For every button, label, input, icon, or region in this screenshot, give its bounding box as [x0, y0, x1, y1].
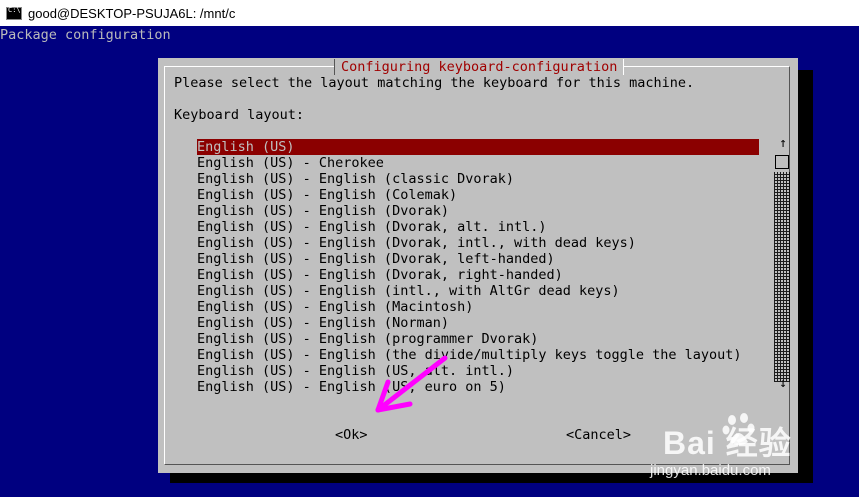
- list-item[interactable]: English (US) - English (intl., with AltG…: [197, 283, 759, 299]
- list-item[interactable]: English (US) - English (Dvorak, right-ha…: [197, 267, 759, 283]
- scroll-thumb[interactable]: [775, 155, 789, 169]
- list-item[interactable]: English (US) - English (Dvorak, left-han…: [197, 251, 759, 267]
- window-titlebar[interactable]: good@DESKTOP-PSUJA6L: /mnt/c: [0, 0, 859, 26]
- list-item[interactable]: English (US) - English (Dvorak): [197, 203, 759, 219]
- list-item[interactable]: English (US) - English (Colemak): [197, 187, 759, 203]
- list-item[interactable]: English (US): [197, 139, 759, 155]
- terminal-icon: [6, 6, 22, 20]
- dialog-title: Configuring keyboard-configuration: [334, 59, 625, 75]
- keyboard-layout-label: Keyboard layout:: [174, 107, 305, 123]
- screen-header: Package configuration: [0, 27, 171, 43]
- baidu-watermark: Bai 经验 jingyan.baidu.com: [630, 400, 855, 495]
- list-item[interactable]: English (US) - English (Norman): [197, 315, 759, 331]
- annotation-arrow-icon: [375, 355, 448, 413]
- ok-button[interactable]: <Ok>: [335, 427, 368, 443]
- list-item[interactable]: English (US) - English (Macintosh): [197, 299, 759, 315]
- list-item[interactable]: English (US) - English (the divide/multi…: [197, 347, 759, 363]
- list-item[interactable]: English (US) - English (Dvorak, intl., w…: [197, 235, 759, 251]
- list-item[interactable]: English (US) - English (classic Dvorak): [197, 171, 759, 187]
- cancel-button[interactable]: <Cancel>: [566, 427, 631, 443]
- list-item[interactable]: English (US) - English (US, euro on 5): [197, 379, 759, 395]
- scroll-track[interactable]: [774, 172, 790, 382]
- dialog-prompt: Please select the layout matching the ke…: [174, 75, 695, 91]
- watermark-brand: Bai 经验: [663, 425, 792, 461]
- list-item[interactable]: English (US) - English (programmer Dvora…: [197, 331, 759, 347]
- list-scrollbar[interactable]: ↑ ↓: [772, 136, 792, 396]
- scroll-down-icon[interactable]: ↓: [776, 376, 790, 391]
- watermark-url: jingyan.baidu.com: [650, 462, 771, 479]
- window-title: good@DESKTOP-PSUJA6L: /mnt/c: [28, 5, 236, 21]
- keyboard-layout-list[interactable]: English (US) English (US) - Cherokee Engli…: [197, 139, 759, 395]
- list-item[interactable]: English (US) - Cherokee: [197, 155, 759, 171]
- list-item[interactable]: English (US) - English (US, alt. intl.): [197, 363, 759, 379]
- list-item[interactable]: English (US) - English (Dvorak, alt. int…: [197, 219, 759, 235]
- scroll-up-icon[interactable]: ↑: [776, 136, 790, 151]
